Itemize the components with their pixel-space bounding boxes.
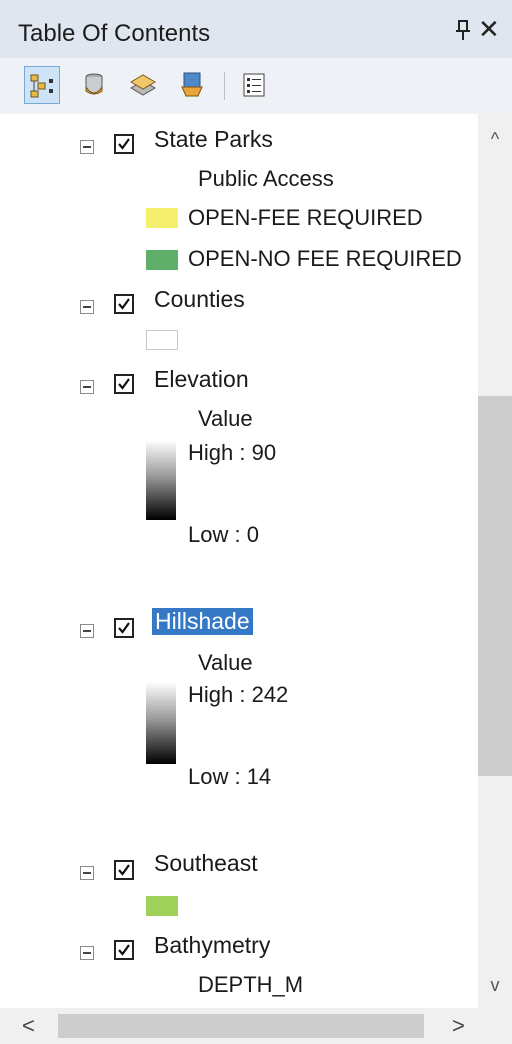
options-icon [243, 73, 265, 97]
list-by-drawing-order-button[interactable] [24, 66, 60, 104]
legend-heading: DEPTH_M [198, 972, 304, 997]
scroll-down-icon[interactable]: v [478, 970, 512, 1000]
collapse-icon[interactable] [80, 946, 94, 960]
legend-swatch-white [146, 330, 178, 350]
layer-name-southeast[interactable]: Southeast [154, 850, 258, 877]
legend-label: OPEN-FEE REQUIRED [188, 205, 423, 230]
list-by-drawing-order-icon [30, 74, 53, 98]
layer-visibility-checkbox[interactable] [114, 618, 134, 638]
close-icon[interactable]: ✕ [478, 16, 500, 42]
legend-heading: Public Access [198, 166, 334, 191]
list-by-source-button[interactable] [76, 66, 112, 104]
legend-heading: Value [198, 650, 253, 675]
legend-heading: Value [198, 406, 253, 431]
checkmark-icon [118, 378, 130, 390]
panel-title: Table Of Contents [18, 20, 211, 47]
layer-visibility-checkbox[interactable] [114, 294, 134, 314]
layer-name-elevation[interactable]: Elevation [154, 366, 249, 393]
list-by-selection-button[interactable] [174, 66, 210, 104]
hillshade-ramp [146, 682, 176, 764]
scroll-up-icon[interactable]: ^ [478, 124, 512, 154]
toc-toolbar [0, 58, 512, 115]
collapse-icon[interactable] [80, 624, 94, 638]
options-button[interactable] [236, 66, 272, 104]
legend-swatch-green [146, 250, 178, 270]
layer-name-state-parks[interactable]: State Parks [154, 126, 273, 153]
checkmark-icon [118, 944, 130, 956]
title-bar: Table Of Contents ✕ [0, 0, 512, 58]
legend-high: High : 242 [188, 682, 289, 707]
list-by-visibility-button[interactable] [124, 66, 160, 104]
layer-name-hillshade[interactable]: Hillshade [152, 608, 253, 635]
horizontal-scroll-thumb[interactable] [58, 1014, 424, 1038]
collapse-icon[interactable] [80, 866, 94, 880]
legend-swatch-lightgreen [146, 896, 178, 916]
toolbar-separator [224, 72, 225, 100]
legend-low: Low : 0 [188, 522, 259, 547]
collapse-icon[interactable] [80, 300, 94, 314]
elevation-ramp [146, 440, 176, 520]
legend-high: High : 90 [188, 440, 277, 465]
checkmark-icon [118, 138, 130, 150]
layer-visibility-checkbox[interactable] [114, 860, 134, 880]
list-by-visibility-icon [130, 74, 156, 96]
list-by-source-icon [85, 73, 103, 95]
layer-visibility-checkbox[interactable] [114, 374, 134, 394]
checkmark-icon [118, 298, 130, 310]
checkmark-icon [118, 864, 130, 876]
toc-content: State Parks Public Access OPEN-FEE REQUI… [0, 114, 478, 1008]
collapse-icon[interactable] [80, 140, 94, 154]
scroll-right-icon[interactable]: > [452, 1012, 465, 1040]
layer-visibility-checkbox[interactable] [114, 134, 134, 154]
legend-swatch-yellow [146, 208, 178, 228]
layer-name-counties[interactable]: Counties [154, 286, 245, 313]
horizontal-scrollbar[interactable]: < > [0, 1008, 512, 1044]
legend-low: Low : 14 [188, 764, 272, 789]
vertical-scrollbar[interactable]: ^ v [478, 114, 512, 1008]
legend-label: OPEN-NO FEE REQUIRED [188, 246, 462, 271]
list-by-selection-icon [181, 72, 203, 97]
collapse-icon[interactable] [80, 380, 94, 394]
scroll-left-icon[interactable]: < [22, 1012, 35, 1040]
vertical-scroll-thumb[interactable] [478, 396, 512, 776]
checkmark-icon [118, 622, 130, 634]
layer-visibility-checkbox[interactable] [114, 940, 134, 960]
pin-icon[interactable] [454, 18, 472, 42]
layer-name-bathymetry[interactable]: Bathymetry [154, 932, 270, 959]
